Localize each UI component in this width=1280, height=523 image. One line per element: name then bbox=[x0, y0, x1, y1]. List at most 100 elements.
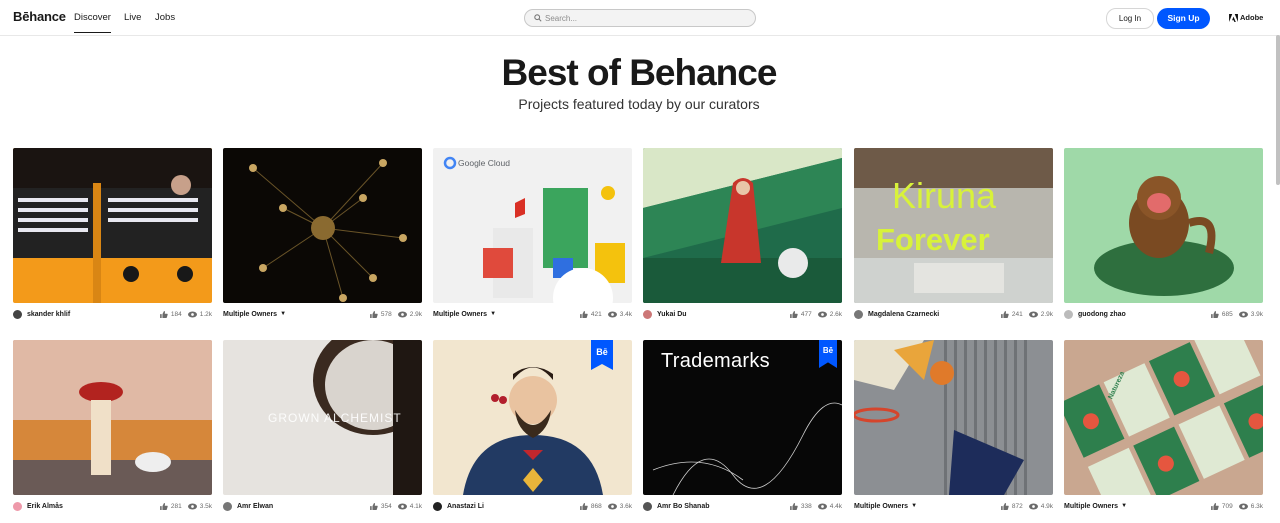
view-count: 6.3k bbox=[1250, 502, 1263, 510]
like-count: 868 bbox=[590, 502, 602, 510]
project-card[interactable]: Natureza Multiple Owners ▼ 709 6.3k bbox=[1064, 340, 1263, 513]
appreciation-icon bbox=[789, 502, 798, 510]
views-icon bbox=[1028, 503, 1038, 509]
project-thumbnail[interactable] bbox=[854, 340, 1053, 495]
owner-name[interactable]: Amr Elwan bbox=[237, 503, 273, 510]
avatar[interactable] bbox=[13, 501, 22, 511]
owner-name[interactable]: skander khlif bbox=[27, 311, 70, 318]
views-icon bbox=[817, 503, 827, 509]
like-count: 338 bbox=[800, 502, 812, 510]
adobe-logo-icon bbox=[1229, 13, 1238, 22]
owner-name[interactable]: Multiple Owners bbox=[223, 311, 277, 318]
owner-name[interactable]: Amr Bo Shanab bbox=[657, 503, 710, 510]
views-icon bbox=[817, 311, 827, 317]
project-card[interactable]: guodong zhao 685 3.9k bbox=[1064, 148, 1263, 321]
avatar[interactable] bbox=[643, 501, 652, 511]
avatar[interactable] bbox=[433, 501, 442, 511]
owner-name[interactable]: Magdalena Czarnecki bbox=[868, 311, 939, 318]
appreciation-icon bbox=[1210, 502, 1219, 510]
owner-name[interactable]: Multiple Owners bbox=[1064, 503, 1118, 510]
views-icon bbox=[607, 311, 617, 317]
project-thumbnail[interactable]: Bē bbox=[433, 340, 632, 495]
view-count: 3.9k bbox=[1250, 310, 1263, 318]
project-thumbnail[interactable] bbox=[13, 148, 212, 303]
project-thumbnail[interactable]: Trademarks Bē bbox=[643, 340, 842, 495]
view-count: 4.9k bbox=[1040, 502, 1053, 510]
page-subtitle: Projects featured today by our curators bbox=[518, 96, 760, 112]
avatar[interactable] bbox=[854, 309, 863, 319]
view-count: 3.5k bbox=[199, 502, 212, 510]
avatar[interactable] bbox=[13, 309, 22, 319]
adobe-link[interactable]: Adobe bbox=[1229, 13, 1263, 22]
search-bar[interactable] bbox=[524, 9, 756, 27]
view-count: 4.1k bbox=[409, 502, 422, 510]
project-card[interactable]: Kiruna Forever Magdalena Czarnecki 241 2… bbox=[854, 148, 1053, 321]
like-count: 421 bbox=[590, 310, 602, 318]
thumbnail-caption: Google Cloud bbox=[458, 158, 510, 168]
avatar[interactable] bbox=[223, 501, 232, 511]
dropdown-caret-icon[interactable]: ▼ bbox=[911, 503, 917, 509]
project-card[interactable]: Multiple Owners ▼ 578 2.9k bbox=[223, 148, 422, 321]
project-thumbnail[interactable] bbox=[1064, 148, 1263, 303]
project-thumbnail[interactable] bbox=[223, 148, 422, 303]
project-thumbnail[interactable]: Google Cloud bbox=[433, 148, 632, 303]
project-card[interactable]: Yukai Du 477 2.6k bbox=[643, 148, 842, 321]
appreciation-icon bbox=[789, 310, 798, 318]
owner-name[interactable]: Multiple Owners bbox=[854, 503, 908, 510]
project-card[interactable]: Erik Almås 281 3.5k bbox=[13, 340, 212, 513]
project-card[interactable]: Bē Anastazi Li 868 3.6k bbox=[433, 340, 632, 513]
thumbnail-headline: Kiruna bbox=[892, 175, 997, 216]
project-card[interactable]: GROWN ALCHEMIST Amr Elwan 354 4.1k bbox=[223, 340, 422, 513]
nav-live[interactable]: Live bbox=[124, 12, 141, 23]
like-count: 184 bbox=[170, 310, 182, 318]
project-thumbnail[interactable]: Kiruna Forever bbox=[854, 148, 1053, 303]
view-count: 2.6k bbox=[829, 310, 842, 318]
view-count: 4.4k bbox=[829, 502, 842, 510]
view-count: 3.6k bbox=[619, 502, 632, 510]
adobe-label: Adobe bbox=[1240, 13, 1264, 22]
owner-name[interactable]: Erik Almås bbox=[27, 503, 63, 510]
like-count: 685 bbox=[1221, 310, 1233, 318]
appreciation-icon bbox=[1210, 310, 1219, 318]
like-count: 872 bbox=[1011, 502, 1023, 510]
avatar[interactable] bbox=[1064, 309, 1073, 319]
appreciation-icon bbox=[579, 310, 588, 318]
thumbnail-headline: Trademarks bbox=[661, 350, 770, 372]
owner-name[interactable]: guodong zhao bbox=[1078, 311, 1126, 318]
project-card[interactable]: Google Cloud Multiple Owners ▼ 421 3.4k bbox=[433, 148, 632, 321]
signup-button[interactable]: Sign Up bbox=[1157, 8, 1210, 29]
views-icon bbox=[1238, 311, 1248, 317]
like-count: 477 bbox=[800, 310, 812, 318]
appreciation-icon bbox=[579, 502, 588, 510]
login-button[interactable]: Log In bbox=[1106, 8, 1154, 29]
owner-name[interactable]: Yukai Du bbox=[657, 311, 687, 318]
dropdown-caret-icon[interactable]: ▼ bbox=[280, 311, 286, 317]
view-count: 2.9k bbox=[409, 310, 422, 318]
like-count: 709 bbox=[1221, 502, 1233, 510]
dropdown-caret-icon[interactable]: ▼ bbox=[1121, 503, 1127, 509]
owner-name[interactable]: Multiple Owners bbox=[433, 311, 487, 318]
project-card[interactable]: skander khlif 184 1.2k bbox=[13, 148, 212, 321]
owner-name[interactable]: Anastazi Li bbox=[447, 503, 484, 510]
appreciation-icon bbox=[159, 502, 168, 510]
search-input[interactable] bbox=[545, 11, 745, 25]
views-icon bbox=[1238, 503, 1248, 509]
project-card[interactable]: Trademarks Bē Amr Bo Shanab 338 4.4k bbox=[643, 340, 842, 513]
nav-jobs[interactable]: Jobs bbox=[155, 12, 175, 23]
view-count: 1.2k bbox=[199, 310, 212, 318]
views-icon bbox=[187, 311, 197, 317]
views-icon bbox=[187, 503, 197, 509]
appreciation-icon bbox=[1000, 502, 1009, 510]
project-thumbnail[interactable] bbox=[643, 148, 842, 303]
project-card[interactable]: Multiple Owners ▼ 872 4.9k bbox=[854, 340, 1053, 513]
avatar[interactable] bbox=[643, 309, 652, 319]
page-title: Best of Behance bbox=[501, 52, 778, 93]
project-thumbnail[interactable]: Natureza bbox=[1064, 340, 1263, 495]
behance-logo[interactable]: Bēhance bbox=[13, 9, 66, 24]
like-count: 281 bbox=[170, 502, 182, 510]
project-thumbnail[interactable] bbox=[13, 340, 212, 495]
views-icon bbox=[397, 311, 407, 317]
nav-discover[interactable]: Discover bbox=[74, 12, 111, 33]
project-thumbnail[interactable]: GROWN ALCHEMIST bbox=[223, 340, 422, 495]
dropdown-caret-icon[interactable]: ▼ bbox=[490, 311, 496, 317]
